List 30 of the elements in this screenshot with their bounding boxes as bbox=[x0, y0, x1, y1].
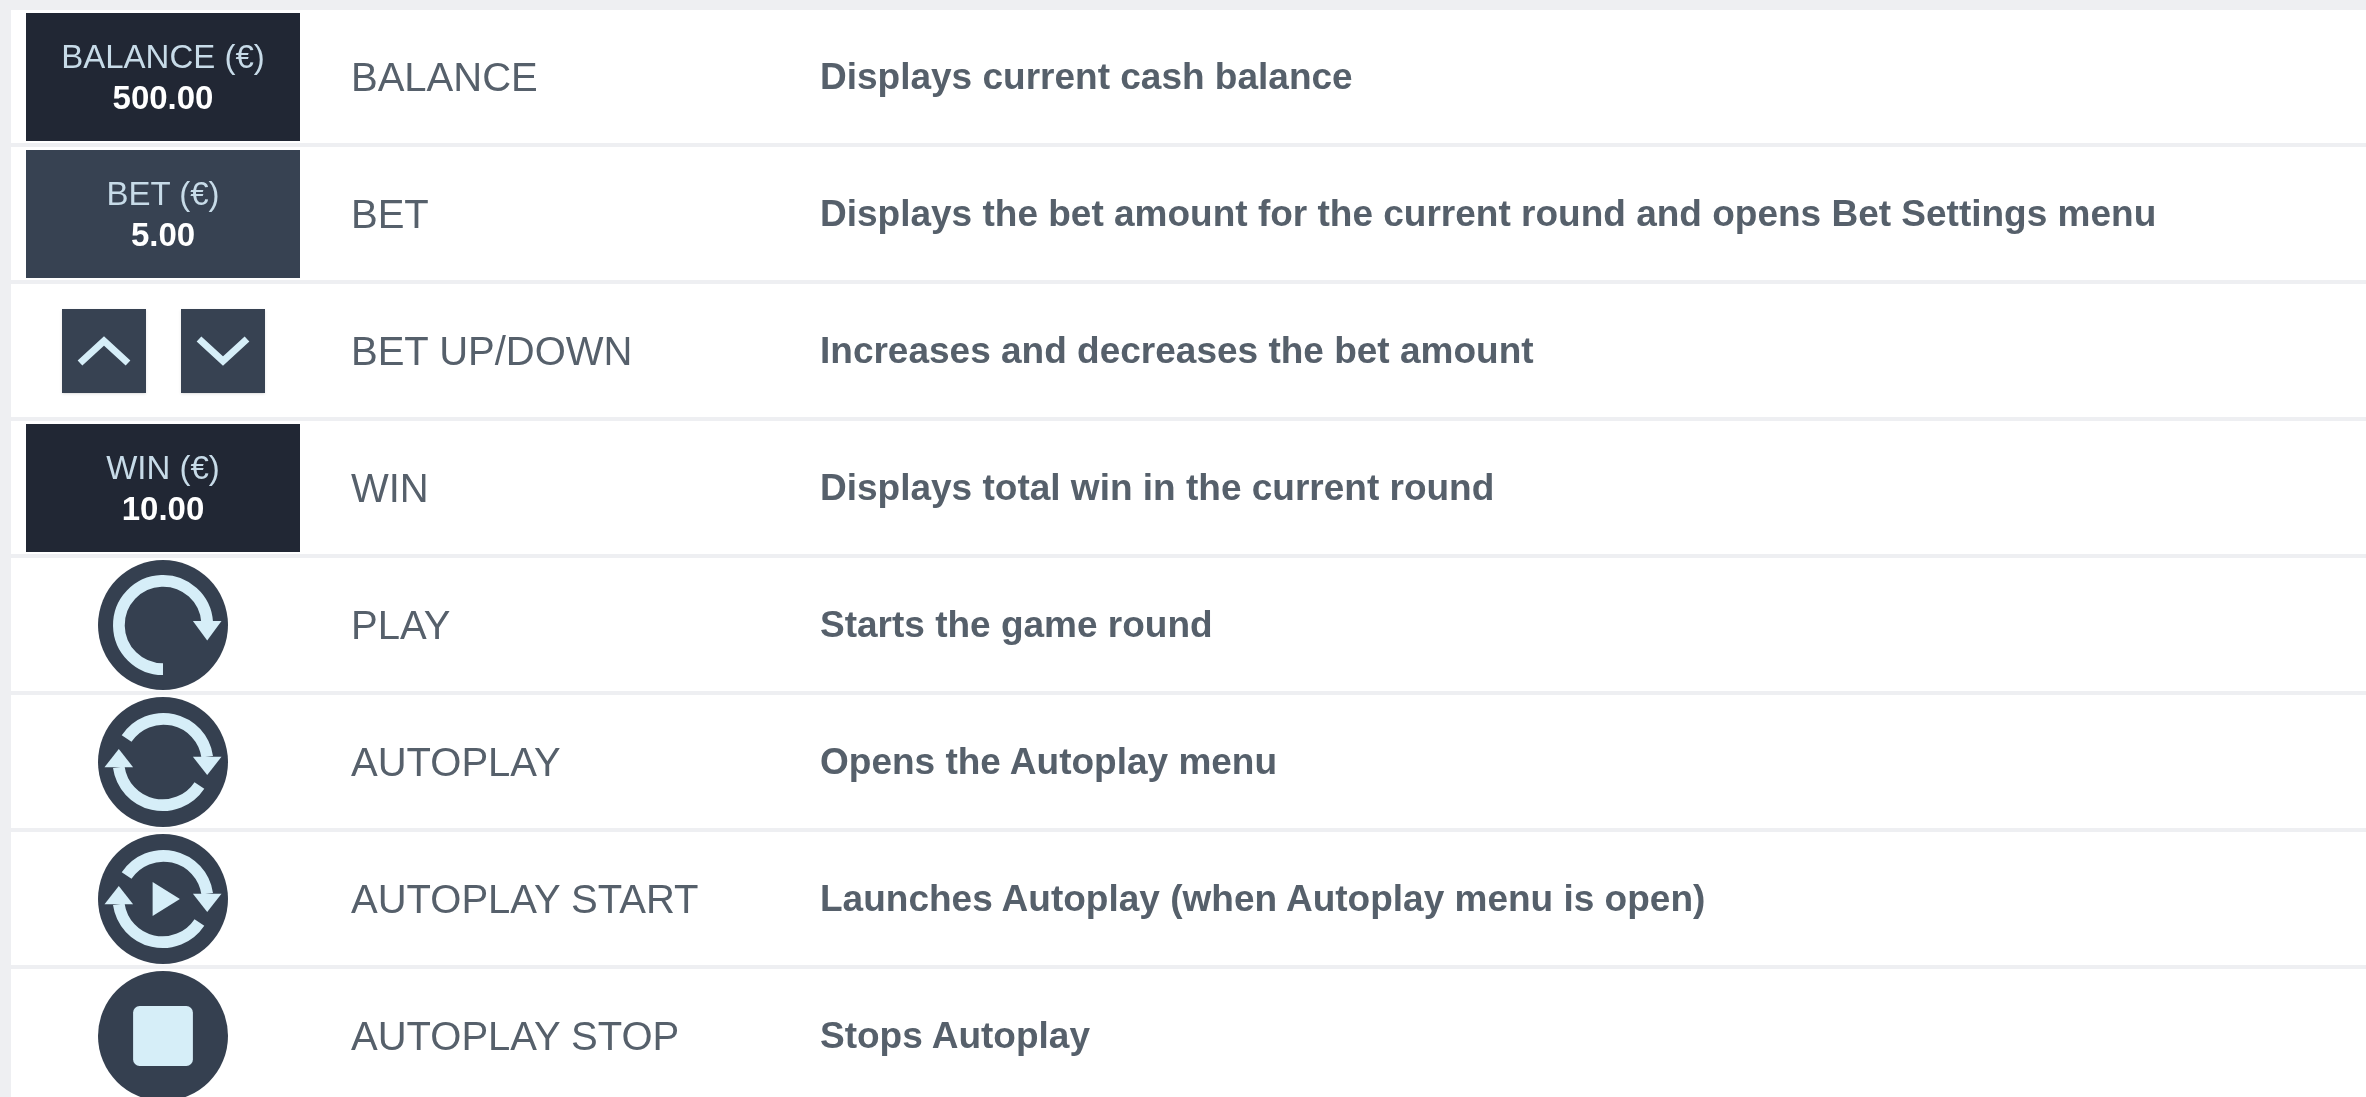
display-title: WIN (€) bbox=[106, 450, 220, 484]
control-description: Launches Autoplay (when Autoplay menu is open) bbox=[820, 876, 1706, 921]
control-name: BALANCE bbox=[351, 53, 539, 101]
bet-up-button[interactable] bbox=[61, 308, 146, 393]
stop-icon bbox=[98, 970, 228, 1097]
display-value: 5.00 bbox=[130, 217, 196, 251]
refresh-play-icon bbox=[98, 833, 228, 964]
control-description: Starts the game round bbox=[820, 602, 1213, 647]
display-value: 10.00 bbox=[121, 491, 205, 525]
control-name: BET UP/DOWN bbox=[351, 327, 634, 375]
chevron-up-icon bbox=[75, 334, 132, 367]
refresh-arrows-icon bbox=[98, 696, 228, 827]
control-description: Displays the bet amount for the current round and opens Bet Settings menu bbox=[820, 191, 2157, 236]
control-name: BET bbox=[351, 190, 430, 238]
display-title: BALANCE (€) bbox=[61, 39, 265, 73]
display-value: 500.00 bbox=[112, 80, 214, 114]
control-description: Displays current cash balance bbox=[820, 54, 1353, 99]
control-name: AUTOPLAY START bbox=[351, 875, 700, 923]
control-name: WIN bbox=[351, 464, 430, 512]
control-description: Stops Autoplay bbox=[820, 1013, 1090, 1058]
control-description: Opens the Autoplay menu bbox=[820, 739, 1278, 784]
control-description: Increases and decreases the bet amount bbox=[820, 328, 1534, 373]
display-title: BET (€) bbox=[106, 176, 220, 210]
control-name: AUTOPLAY bbox=[351, 738, 562, 786]
bet-down-button[interactable] bbox=[180, 308, 265, 393]
control-description: Displays total win in the current round bbox=[820, 465, 1495, 510]
bet-button[interactable]: BET (€) 5.00 bbox=[26, 149, 300, 278]
control-name: PLAY bbox=[351, 601, 452, 649]
chevron-down-icon bbox=[194, 334, 251, 367]
control-name: AUTOPLAY STOP bbox=[351, 1012, 681, 1060]
